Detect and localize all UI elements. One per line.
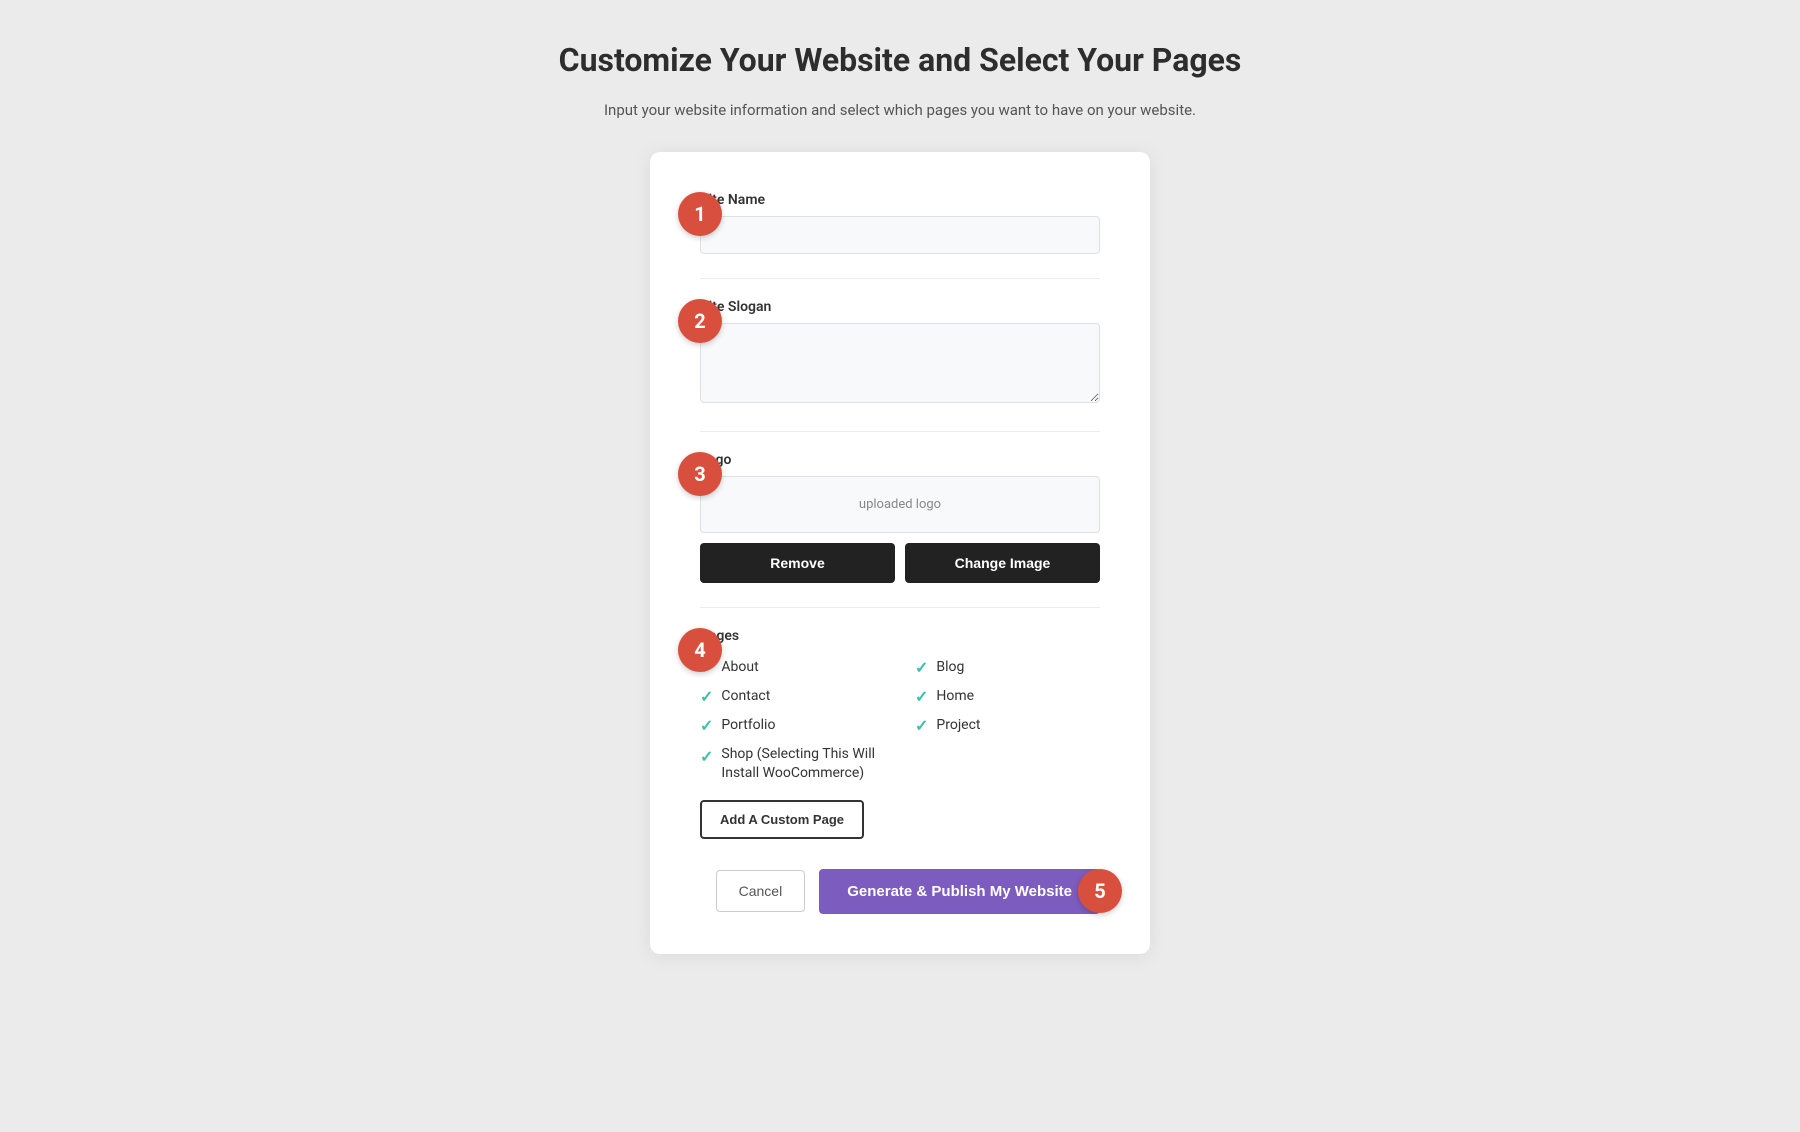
page-item-contact[interactable]: ✓ Contact <box>700 687 885 706</box>
step-badge-5: 5 <box>1078 869 1122 913</box>
page-title: Customize Your Website and Select Your P… <box>559 40 1242 82</box>
main-card: 1 Site Name 2 Site Slogan 3 Logo uploade… <box>650 152 1150 954</box>
check-icon-project: ✓ <box>915 716 928 735</box>
site-name-input[interactable] <box>700 216 1100 254</box>
site-name-label: Site Name <box>700 192 1100 208</box>
page-header: Customize Your Website and Select Your P… <box>559 40 1242 122</box>
check-icon-blog: ✓ <box>915 658 928 677</box>
page-label-portfolio: Portfolio <box>721 717 775 733</box>
cancel-button[interactable]: Cancel <box>716 870 806 912</box>
logo-preview-text: uploaded logo <box>859 497 941 512</box>
pages-section: 4 Pages ✓ About ✓ Blog ✓ Contact ✓ Home <box>700 628 1100 839</box>
step-badge-3: 3 <box>678 452 722 496</box>
logo-buttons: Remove Change Image <box>700 543 1100 583</box>
step-badge-1: 1 <box>678 192 722 236</box>
site-slogan-section: 2 Site Slogan <box>700 299 1100 407</box>
check-icon-portfolio: ✓ <box>700 716 713 735</box>
site-slogan-input[interactable] <box>700 323 1100 403</box>
page-label-shop: Shop (Selecting This Will Install WooCom… <box>721 745 885 784</box>
add-custom-page-button[interactable]: Add A Custom Page <box>700 800 864 839</box>
page-item-shop[interactable]: ✓ Shop (Selecting This Will Install WooC… <box>700 745 885 784</box>
page-label-home: Home <box>936 688 974 704</box>
divider-3 <box>700 607 1100 608</box>
page-item-home[interactable]: ✓ Home <box>915 687 1100 706</box>
pages-grid: ✓ About ✓ Blog ✓ Contact ✓ Home ✓ Portfo… <box>700 658 1100 784</box>
page-item-project[interactable]: ✓ Project <box>915 716 1100 735</box>
check-icon-home: ✓ <box>915 687 928 706</box>
pages-label: Pages <box>700 628 1100 644</box>
site-name-section: 1 Site Name <box>700 192 1100 254</box>
step-badge-2: 2 <box>678 299 722 343</box>
page-label-project: Project <box>936 717 980 733</box>
logo-section: 3 Logo uploaded logo Remove Change Image <box>700 452 1100 583</box>
page-label-about: About <box>721 659 758 675</box>
page-item-about[interactable]: ✓ About <box>700 658 885 677</box>
page-label-blog: Blog <box>936 659 964 675</box>
publish-button[interactable]: Generate & Publish My Website <box>819 869 1100 914</box>
check-icon-contact: ✓ <box>700 687 713 706</box>
page-item-portfolio[interactable]: ✓ Portfolio <box>700 716 885 735</box>
step-badge-4: 4 <box>678 628 722 672</box>
divider-1 <box>700 278 1100 279</box>
card-footer: Cancel Generate & Publish My Website 5 <box>700 869 1100 914</box>
logo-preview: uploaded logo <box>700 476 1100 533</box>
change-image-button[interactable]: Change Image <box>905 543 1100 583</box>
page-label-contact: Contact <box>721 688 770 704</box>
remove-button[interactable]: Remove <box>700 543 895 583</box>
check-icon-shop: ✓ <box>700 747 713 766</box>
site-slogan-label: Site Slogan <box>700 299 1100 315</box>
page-subtitle: Input your website information and selec… <box>559 98 1242 122</box>
divider-2 <box>700 431 1100 432</box>
logo-label: Logo <box>700 452 1100 468</box>
page-item-blog[interactable]: ✓ Blog <box>915 658 1100 677</box>
